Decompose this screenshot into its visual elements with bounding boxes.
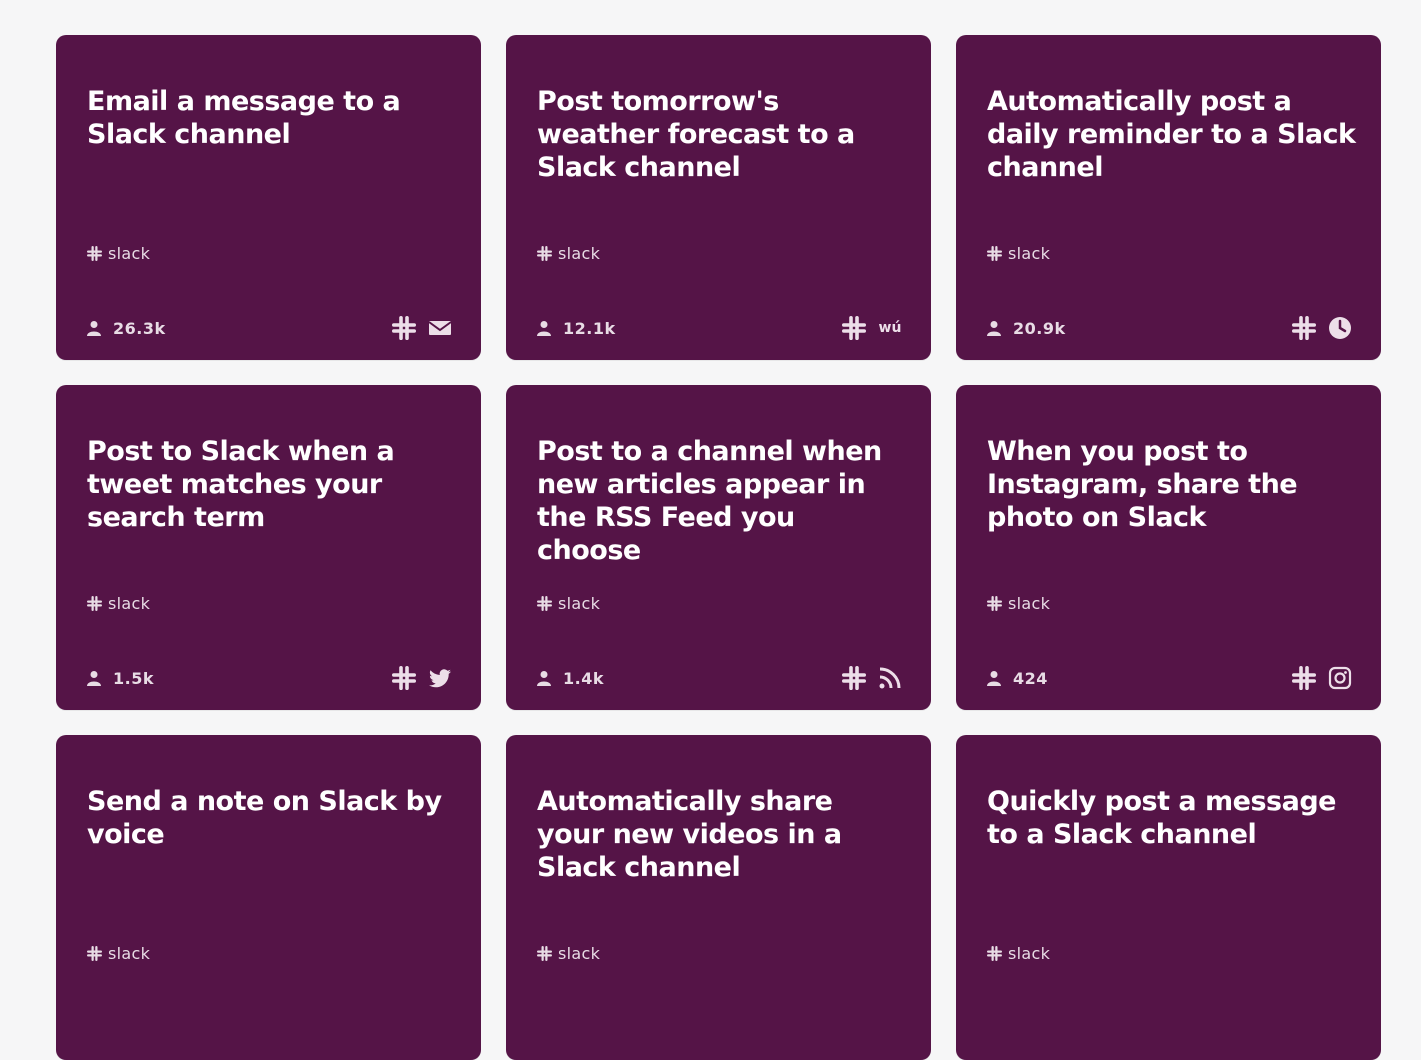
applet-card[interactable]: Send a note on Slack by voice slack <box>56 735 481 1060</box>
user-count: 1.4k <box>537 669 604 688</box>
service-name: slack <box>1008 594 1051 613</box>
user-icon <box>537 321 551 336</box>
applet-title: Email a message to a Slack channel <box>87 86 401 150</box>
card-footer: 1.4k <box>537 666 902 690</box>
weather-underground-icon: wú <box>878 320 902 336</box>
user-count: 1.5k <box>87 669 154 688</box>
slack-icon <box>842 666 866 690</box>
user-count: 12.1k <box>537 319 616 338</box>
service-label: slack <box>537 944 600 963</box>
slack-icon <box>87 246 102 261</box>
slack-icon <box>987 246 1002 261</box>
service-icons <box>1292 316 1352 340</box>
applet-title: When you post to Instagram, share the ph… <box>987 436 1298 533</box>
slack-icon <box>842 316 866 340</box>
service-label: slack <box>87 944 150 963</box>
applet-card[interactable]: Post to a channel when new articles appe… <box>506 385 931 710</box>
user-count-value: 26.3k <box>113 318 166 338</box>
card-footer: 20.9k <box>987 316 1352 340</box>
service-name: slack <box>558 244 601 263</box>
service-label: slack <box>87 244 150 263</box>
applet-grid: Email a message to a Slack channel slack… <box>56 35 1381 1060</box>
applet-title: Automatically share your new videos in a… <box>537 786 842 883</box>
slack-icon <box>392 316 416 340</box>
user-count: 26.3k <box>87 319 166 338</box>
user-count-value: 1.5k <box>113 668 154 688</box>
service-name: slack <box>1008 944 1051 963</box>
card-footer: 424 <box>987 666 1352 690</box>
twitter-icon <box>429 669 451 688</box>
slack-icon <box>1292 666 1316 690</box>
user-icon <box>87 671 101 686</box>
applet-card[interactable]: When you post to Instagram, share the ph… <box>956 385 1381 710</box>
applet-title: Quickly post a message to a Slack channe… <box>987 786 1336 850</box>
service-name: slack <box>558 594 601 613</box>
slack-icon <box>537 596 552 611</box>
service-icons <box>392 316 452 340</box>
applet-title: Post to Slack when a tweet matches your … <box>87 436 395 533</box>
user-count-value: 1.4k <box>563 668 604 688</box>
applet-card[interactable]: Automatically post a daily reminder to a… <box>956 35 1381 360</box>
service-icons <box>842 666 902 690</box>
service-label: slack <box>537 594 600 613</box>
card-footer: 12.1k wú <box>537 316 902 340</box>
slack-icon <box>1292 316 1316 340</box>
service-icons: wú <box>842 316 902 340</box>
instagram-icon <box>1328 666 1352 690</box>
slack-icon <box>87 596 102 611</box>
user-icon <box>537 671 551 686</box>
applet-title: Post to a channel when new articles appe… <box>537 436 882 566</box>
clock-icon <box>1329 317 1351 339</box>
applet-card[interactable]: Automatically share your new videos in a… <box>506 735 931 1060</box>
service-label: slack <box>987 244 1050 263</box>
email-icon <box>428 321 452 335</box>
service-icons <box>392 666 452 690</box>
applet-title: Automatically post a daily reminder to a… <box>987 86 1356 183</box>
applet-card[interactable]: Email a message to a Slack channel slack… <box>56 35 481 360</box>
slack-icon <box>987 946 1002 961</box>
slack-icon <box>87 946 102 961</box>
user-count: 20.9k <box>987 319 1066 338</box>
service-label: slack <box>537 244 600 263</box>
user-count-value: 424 <box>1013 668 1048 688</box>
card-footer: 26.3k <box>87 316 452 340</box>
user-count-value: 12.1k <box>563 318 616 338</box>
slack-icon <box>537 946 552 961</box>
service-icons <box>1292 666 1352 690</box>
service-name: slack <box>1008 244 1051 263</box>
card-footer: 1.5k <box>87 666 452 690</box>
service-name: slack <box>108 944 151 963</box>
service-name: slack <box>108 244 151 263</box>
service-label: slack <box>987 594 1050 613</box>
rss-icon <box>879 667 901 689</box>
user-icon <box>987 671 1001 686</box>
slack-icon <box>537 246 552 261</box>
applet-card[interactable]: Quickly post a message to a Slack channe… <box>956 735 1381 1060</box>
applet-card[interactable]: Post to Slack when a tweet matches your … <box>56 385 481 710</box>
user-icon <box>987 321 1001 336</box>
applet-card[interactable]: Post tomorrow's weather forecast to a Sl… <box>506 35 931 360</box>
user-count: 424 <box>987 669 1048 688</box>
service-label: slack <box>987 944 1050 963</box>
applet-title: Post tomorrow's weather forecast to a Sl… <box>537 86 855 183</box>
applet-title: Send a note on Slack by voice <box>87 786 442 850</box>
slack-icon <box>392 666 416 690</box>
user-count-value: 20.9k <box>1013 318 1066 338</box>
user-icon <box>87 321 101 336</box>
service-label: slack <box>87 594 150 613</box>
service-name: slack <box>558 944 601 963</box>
slack-icon <box>987 596 1002 611</box>
service-name: slack <box>108 594 151 613</box>
